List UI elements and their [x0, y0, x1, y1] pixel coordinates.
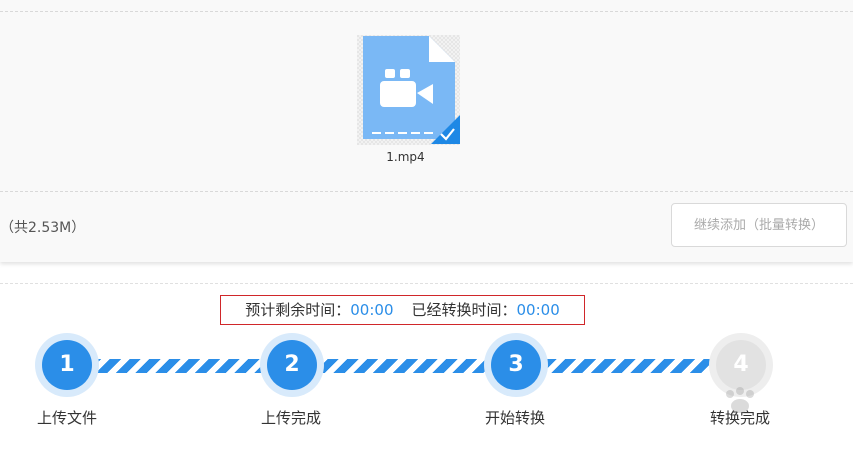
step-3: 3 [484, 333, 548, 397]
divider-bottom [0, 283, 853, 284]
elapsed-time-label: 已经转换时间： [411, 301, 517, 319]
divider-top [0, 11, 853, 12]
step-2-number: 2 [267, 340, 317, 390]
step-1-label: 上传文件 [37, 409, 98, 427]
step-3-label: 开始转换 [485, 409, 546, 427]
file-name: 1.mp4 [386, 150, 425, 164]
time-status: 预计剩余时间：00:00 已经转换时间：00:00 [220, 295, 585, 325]
step-1: 1 [35, 333, 99, 397]
step-2-label: 上传完成 [261, 409, 322, 427]
step-3-number: 3 [491, 340, 541, 390]
divider-middle [0, 191, 853, 192]
video-file-icon [357, 35, 460, 145]
add-more-button[interactable]: 继续添加（批量转换） [671, 203, 847, 247]
elapsed-time-value: 00:00 [516, 301, 560, 319]
upload-panel: 1.mp4 （共2.53M） 继续添加（批量转换） [0, 0, 853, 262]
remaining-time-value: 00:00 [350, 301, 394, 319]
remaining-time-label: 预计剩余时间： [245, 301, 351, 319]
step-1-number: 1 [42, 340, 92, 390]
progress-track [90, 359, 740, 373]
total-size-text: （共2.53M） [0, 220, 86, 236]
step-2: 2 [260, 333, 324, 397]
file-card[interactable] [357, 35, 460, 145]
paw-watermark-icon [726, 387, 754, 413]
